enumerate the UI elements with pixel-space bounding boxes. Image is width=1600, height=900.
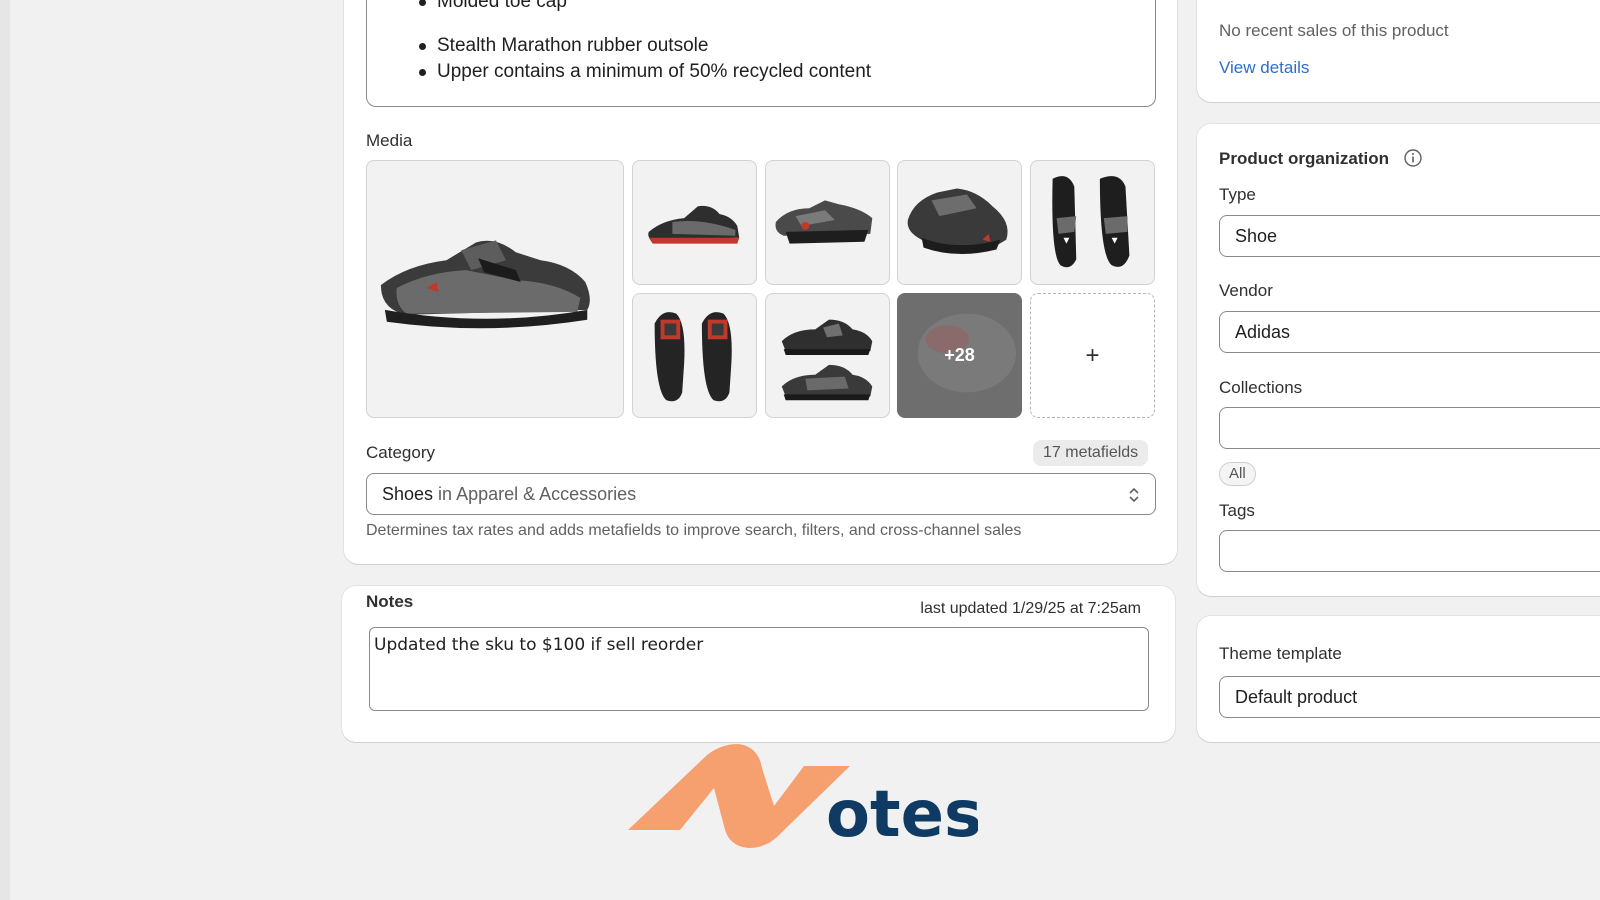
category-select[interactable]: Shoes in Apparel & Accessories: [366, 473, 1156, 515]
vendor-field[interactable]: Adidas: [1219, 311, 1600, 353]
tags-field[interactable]: [1219, 530, 1600, 572]
media-thumbnail[interactable]: [765, 160, 890, 285]
theme-template-card: Theme template Default product: [1197, 616, 1600, 742]
notes-textarea[interactable]: Updated the sku to $100 if sell reorder: [369, 627, 1149, 711]
left-background-strip: [0, 0, 10, 900]
notes-logo: otes: [628, 744, 978, 850]
description-editor[interactable]: Molded toe cap Stealth Marathon rubber o…: [366, 0, 1156, 107]
metafields-badge[interactable]: 17 metafields: [1033, 440, 1149, 466]
media-label: Media: [366, 131, 413, 150]
vendor-label: Vendor: [1219, 281, 1273, 300]
description-bullets: Molded toe cap Stealth Marathon rubber o…: [419, 0, 871, 85]
shoe-image: [648, 205, 740, 244]
media-thumbnail[interactable]: [632, 293, 757, 418]
product-main-card: Molded toe cap Stealth Marathon rubber o…: [344, 0, 1177, 564]
more-media-count: +28: [944, 345, 975, 365]
product-organization-title: Product organization: [1219, 149, 1389, 168]
list-item: Upper contains a minimum of 50% recycled…: [419, 59, 871, 85]
select-chevron-icon: [1129, 487, 1139, 503]
shoe-image: [775, 200, 873, 244]
logo-wordmark: otes: [826, 778, 978, 850]
type-label: Type: [1219, 185, 1256, 204]
shoe-image: [1052, 176, 1130, 268]
theme-template-select[interactable]: Default product: [1219, 676, 1600, 718]
shoe-image: [654, 312, 732, 402]
view-details-link[interactable]: View details: [1219, 58, 1309, 78]
media-thumbnail[interactable]: [1030, 160, 1155, 285]
list-item: Molded toe cap: [419, 0, 871, 15]
category-value: Shoes: [382, 483, 434, 504]
type-field[interactable]: Shoe: [1219, 215, 1600, 257]
notes-title: Notes: [366, 592, 414, 611]
media-thumbnail[interactable]: [632, 160, 757, 285]
collection-tag-all[interactable]: All: [1219, 462, 1256, 486]
media-thumbnail[interactable]: [897, 160, 1022, 285]
category-helper-text: Determines tax rates and adds metafields…: [366, 522, 1022, 539]
product-organization-card: Product organization Type Shoe Vendor Ad…: [1197, 124, 1600, 596]
collections-field[interactable]: [1219, 407, 1600, 449]
media-more-thumbnail[interactable]: +28: [897, 293, 1022, 418]
notes-last-updated: last updated 1/29/25 at 7:25am: [920, 600, 1141, 617]
collections-label: Collections: [1219, 378, 1303, 397]
list-item: Stealth Marathon rubber outsole: [419, 33, 871, 59]
theme-template-label: Theme template: [1219, 644, 1342, 663]
notes-card: Notes last updated 1/29/25 at 7:25am Upd…: [342, 586, 1175, 742]
add-media-button[interactable]: +: [1030, 293, 1155, 418]
shoe-image: [907, 188, 1008, 255]
shoe-image: [781, 319, 873, 401]
info-icon[interactable]: [1404, 149, 1422, 167]
category-value-suffix: in Apparel & Accessories: [438, 483, 637, 504]
tags-label: Tags: [1219, 501, 1255, 520]
media-thumbnail[interactable]: [765, 293, 890, 418]
category-label: Category: [366, 443, 435, 462]
media-thumbnail-main[interactable]: [366, 160, 624, 418]
sales-card: No recent sales of this product View det…: [1197, 0, 1600, 102]
sales-message: No recent sales of this product: [1219, 21, 1449, 40]
shoe-image: [380, 240, 590, 329]
